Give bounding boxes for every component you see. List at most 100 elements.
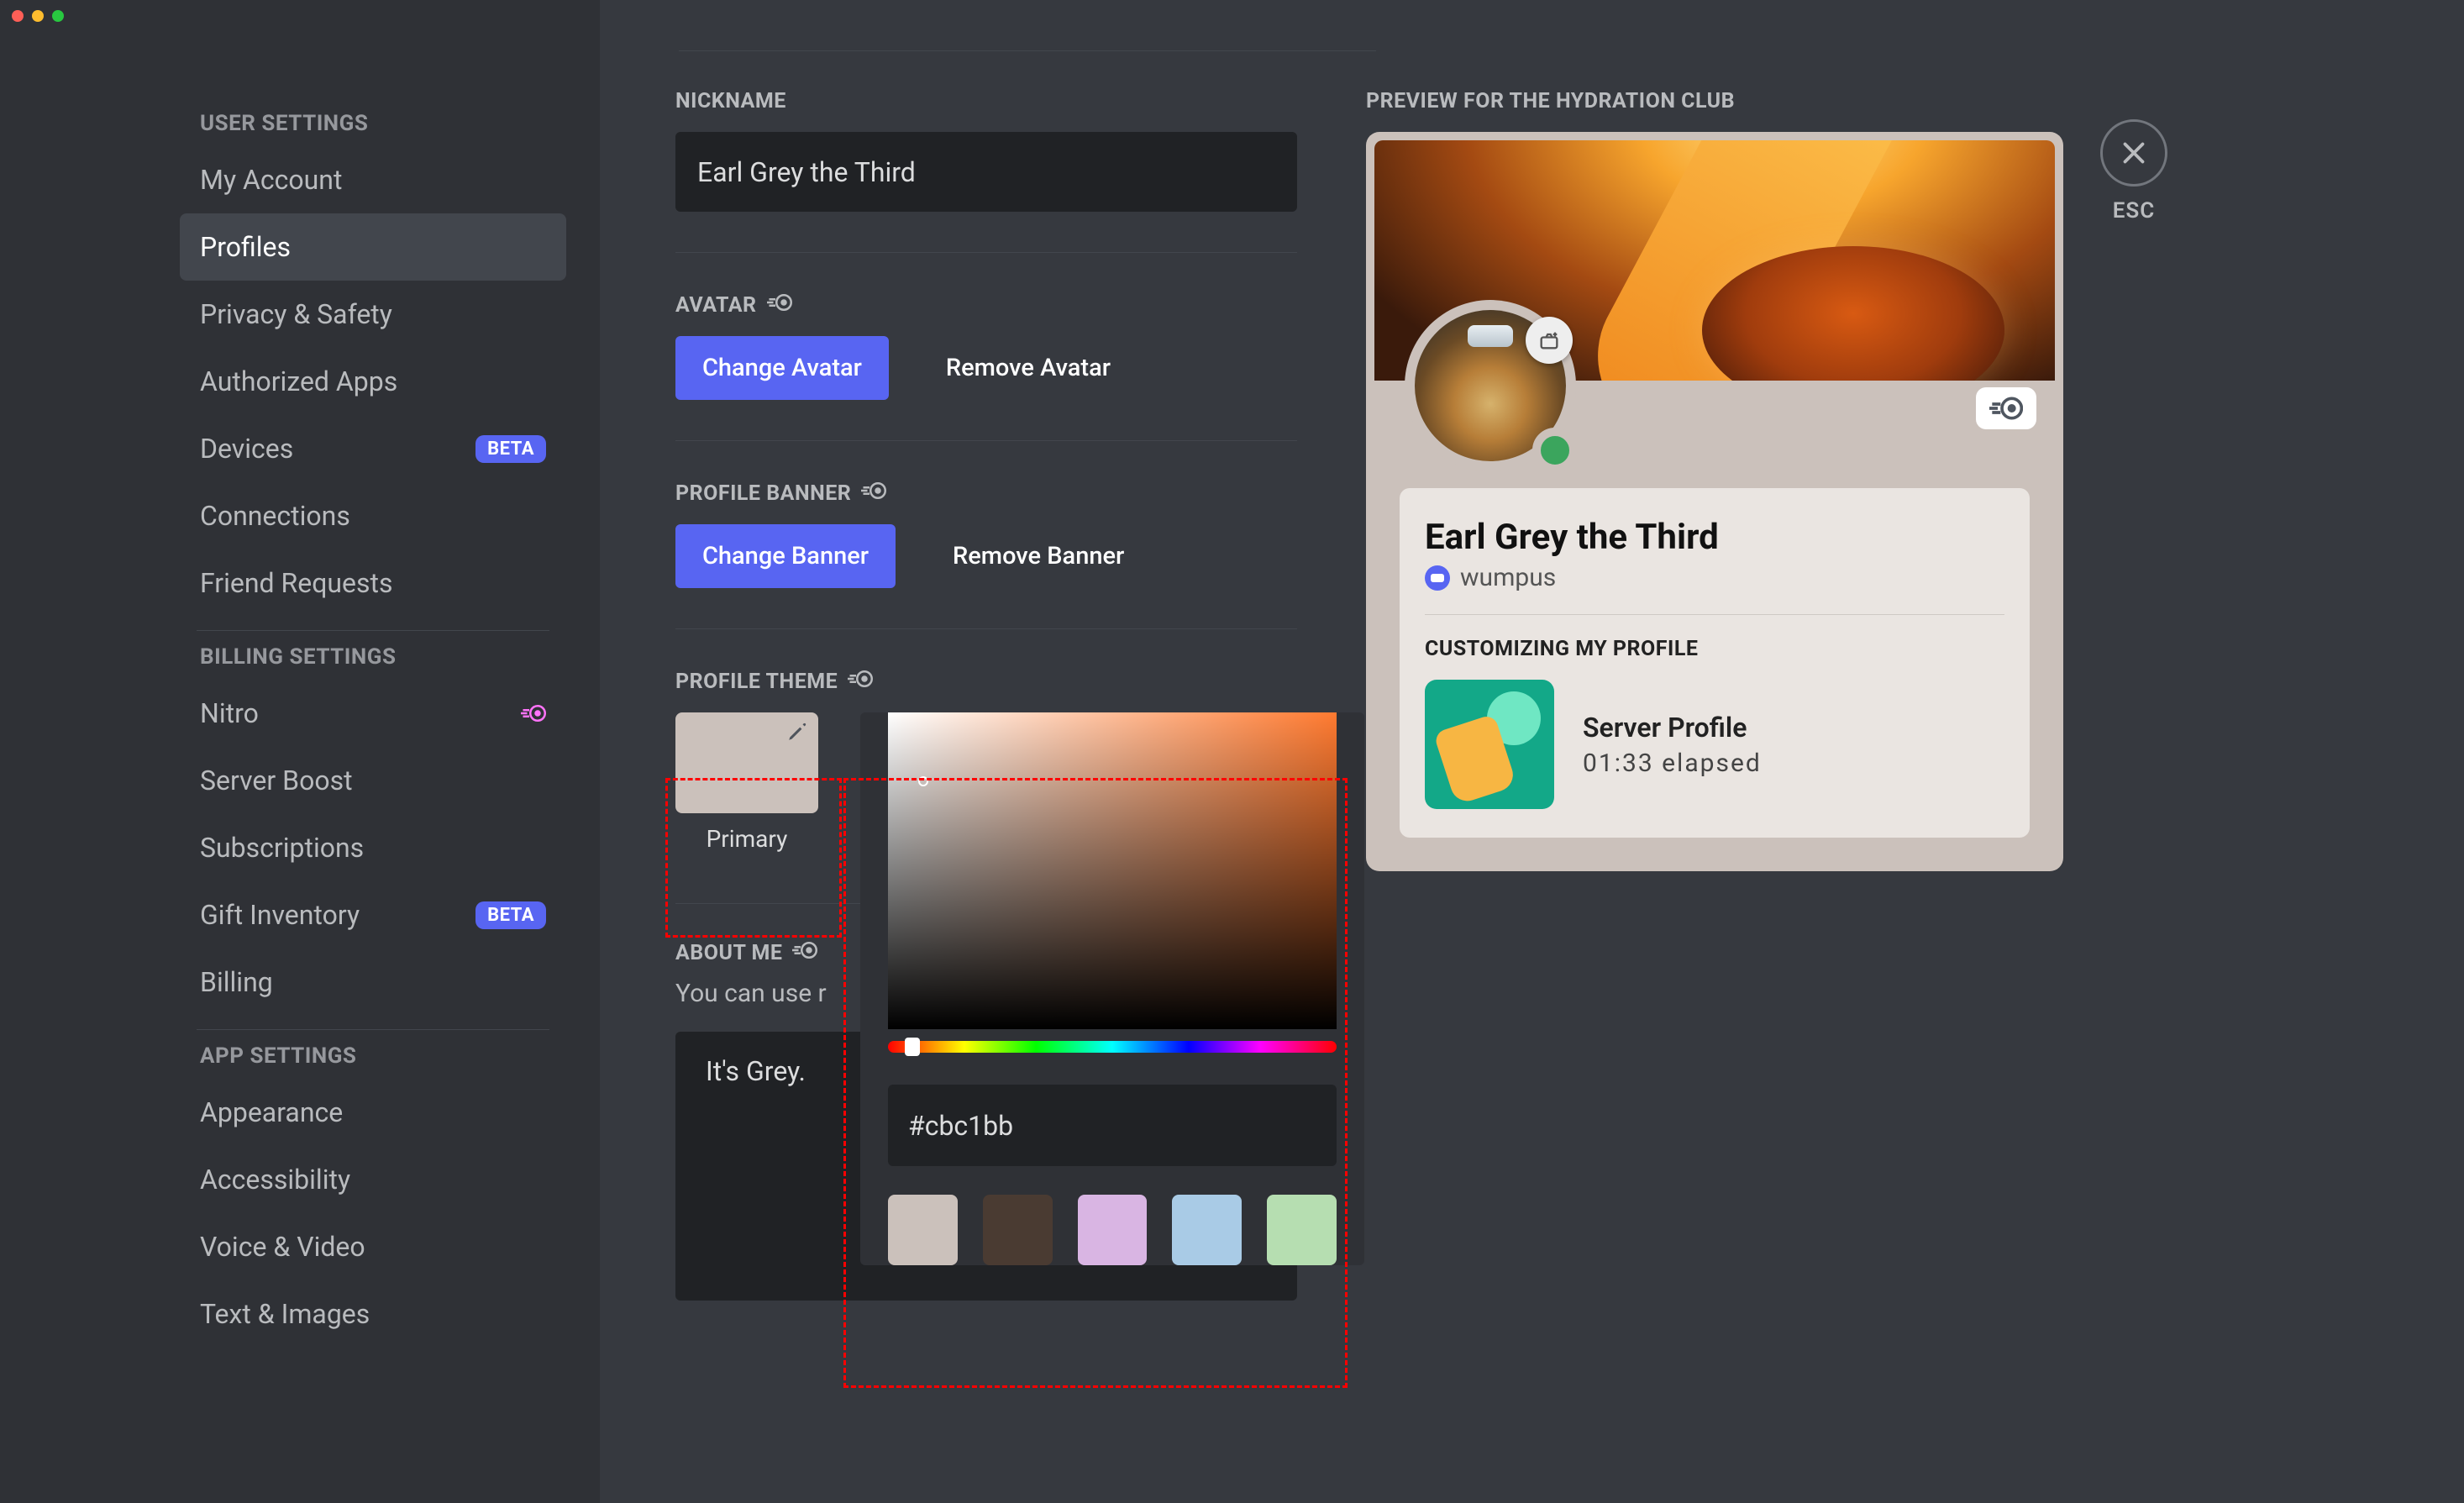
hue-thumb[interactable] — [905, 1038, 920, 1056]
profile-banner-label: Profile Banner — [675, 481, 1297, 506]
sidebar-item-accessibility[interactable]: Accessibility — [180, 1146, 566, 1213]
sidebar-item-voice-video[interactable]: Voice & Video — [180, 1213, 566, 1280]
window-minimize-dot[interactable] — [32, 10, 44, 22]
label-text: Nickname — [675, 89, 786, 113]
window-close-dot[interactable] — [12, 10, 24, 22]
close-label: ESC — [2113, 198, 2156, 223]
section-app-settings: App Settings — [200, 1043, 566, 1069]
label-text: Profile Banner — [675, 481, 851, 506]
sidebar-item-friend-requests[interactable]: Friend Requests — [180, 549, 566, 617]
section-divider — [675, 628, 1297, 629]
color-satval-area[interactable] — [888, 712, 1337, 1029]
sidebar-item-label: Friend Requests — [200, 567, 393, 599]
section-billing-settings: Billing Settings — [200, 644, 566, 670]
color-picker-popup — [860, 712, 1364, 1265]
label-text: Avatar — [675, 293, 757, 318]
sidebar-item-label: Authorized Apps — [200, 365, 397, 397]
close-button[interactable] — [2100, 119, 2167, 187]
remove-avatar-button[interactable]: Remove Avatar — [919, 336, 1137, 400]
remove-banner-button[interactable]: Remove Banner — [926, 524, 1151, 588]
color-preset-swatch[interactable] — [888, 1195, 958, 1265]
sidebar-item-label: Subscriptions — [200, 832, 364, 864]
settings-content: Nickname Avatar Change Avatar Remove Ava… — [600, 0, 2464, 1503]
username-row: wumpus — [1425, 563, 2004, 592]
color-preset-swatch[interactable] — [1267, 1195, 1337, 1265]
content-columns: Nickname Avatar Change Avatar Remove Ava… — [675, 89, 2397, 1301]
preview-column: Preview for The Hydration Club — [1366, 89, 2070, 1301]
nitro-icon — [767, 293, 792, 318]
activity-title: Server Profile — [1583, 712, 1762, 744]
sidebar-item-label: Profiles — [200, 231, 291, 263]
button-label: Remove Avatar — [946, 354, 1111, 382]
label-text: About Me — [675, 941, 782, 965]
change-banner-button[interactable]: Change Banner — [675, 524, 896, 588]
beta-badge: BETA — [475, 435, 546, 463]
section-divider — [675, 252, 1297, 253]
change-avatar-button[interactable]: Change Avatar — [675, 336, 889, 400]
sidebar-item-text-images[interactable]: Text & Images — [180, 1280, 566, 1348]
sidebar-item-label: Voice & Video — [200, 1231, 365, 1263]
sidebar-divider — [197, 630, 549, 631]
color-preset-swatch[interactable] — [983, 1195, 1053, 1265]
sidebar-item-profiles[interactable]: Profiles — [180, 213, 566, 281]
sidebar-item-label: Devices — [200, 433, 293, 465]
sidebar-item-label: Text & Images — [200, 1298, 370, 1330]
section-user-settings: User Settings — [200, 111, 566, 136]
sidebar-item-nitro[interactable]: Nitro — [180, 680, 566, 747]
sidebar-item-billing[interactable]: Billing — [180, 949, 566, 1016]
card-divider — [1425, 614, 2004, 615]
primary-color-swatch[interactable] — [675, 712, 818, 813]
nitro-badge-pill — [1976, 387, 2036, 429]
sidebar-item-label: Server Boost — [200, 765, 353, 796]
sidebar-item-subscriptions[interactable]: Subscriptions — [180, 814, 566, 881]
avatar-label: Avatar — [675, 293, 1297, 318]
primary-swatch-wrap: Primary — [675, 712, 818, 853]
edit-avatar-button[interactable] — [1526, 317, 1573, 364]
username: wumpus — [1460, 563, 1556, 592]
satval-thumb[interactable] — [918, 776, 928, 786]
activity-elapsed: 01:33 elapsed — [1583, 749, 1762, 778]
beta-badge: BETA — [475, 901, 546, 929]
sidebar-divider — [197, 1029, 549, 1030]
sidebar-item-authorized-apps[interactable]: Authorized Apps — [180, 348, 566, 415]
bot-icon — [1425, 565, 1450, 591]
status-indicator — [1532, 428, 1578, 473]
color-hex-input[interactable] — [888, 1085, 1337, 1166]
sidebar-item-label: Appearance — [200, 1096, 343, 1128]
sidebar-item-connections[interactable]: Connections — [180, 482, 566, 549]
nitro-icon — [861, 481, 886, 506]
close-icon — [2119, 138, 2149, 168]
sidebar-item-label: Connections — [200, 500, 350, 532]
window-traffic-lights — [12, 10, 64, 22]
sidebar-item-gift-inventory[interactable]: Gift Inventory BETA — [180, 881, 566, 949]
sidebar-item-server-boost[interactable]: Server Boost — [180, 747, 566, 814]
color-preset-swatch[interactable] — [1078, 1195, 1148, 1265]
nickname-input[interactable] — [675, 132, 1297, 212]
display-name: Earl Grey the Third — [1425, 517, 2004, 558]
profile-theme-label: Profile Theme — [675, 670, 1297, 694]
about-me-value: It's Grey. — [706, 1055, 806, 1087]
primary-swatch-label: Primary — [707, 825, 788, 853]
close-wrap: ESC — [2100, 119, 2167, 223]
sidebar-item-privacy[interactable]: Privacy & Safety — [180, 281, 566, 348]
sidebar-item-label: Nitro — [200, 697, 259, 729]
nitro-icon — [848, 670, 873, 694]
customizing-heading: Customizing My Profile — [1425, 637, 2004, 661]
sidebar-item-label: Accessibility — [200, 1164, 350, 1196]
color-hue-slider[interactable] — [888, 1041, 1337, 1053]
sidebar-item-label: Privacy & Safety — [200, 298, 392, 330]
app-root: User Settings My Account Profiles Privac… — [0, 0, 2464, 1503]
sidebar-item-appearance[interactable]: Appearance — [180, 1079, 566, 1146]
card-body: Earl Grey the Third wumpus Customizing M… — [1400, 488, 2030, 838]
color-preset-swatch[interactable] — [1172, 1195, 1242, 1265]
profile-preview-card: Earl Grey the Third wumpus Customizing M… — [1366, 132, 2063, 871]
sidebar-item-my-account[interactable]: My Account — [180, 146, 566, 213]
color-presets — [860, 1166, 1364, 1265]
sidebar-item-label: Billing — [200, 966, 273, 998]
sidebar-item-devices[interactable]: Devices BETA — [180, 415, 566, 482]
nitro-icon — [792, 941, 817, 965]
pencil-icon — [786, 721, 808, 746]
avatar-button-row: Change Avatar Remove Avatar — [675, 336, 1297, 400]
settings-sidebar: User Settings My Account Profiles Privac… — [0, 0, 600, 1503]
window-zoom-dot[interactable] — [52, 10, 64, 22]
